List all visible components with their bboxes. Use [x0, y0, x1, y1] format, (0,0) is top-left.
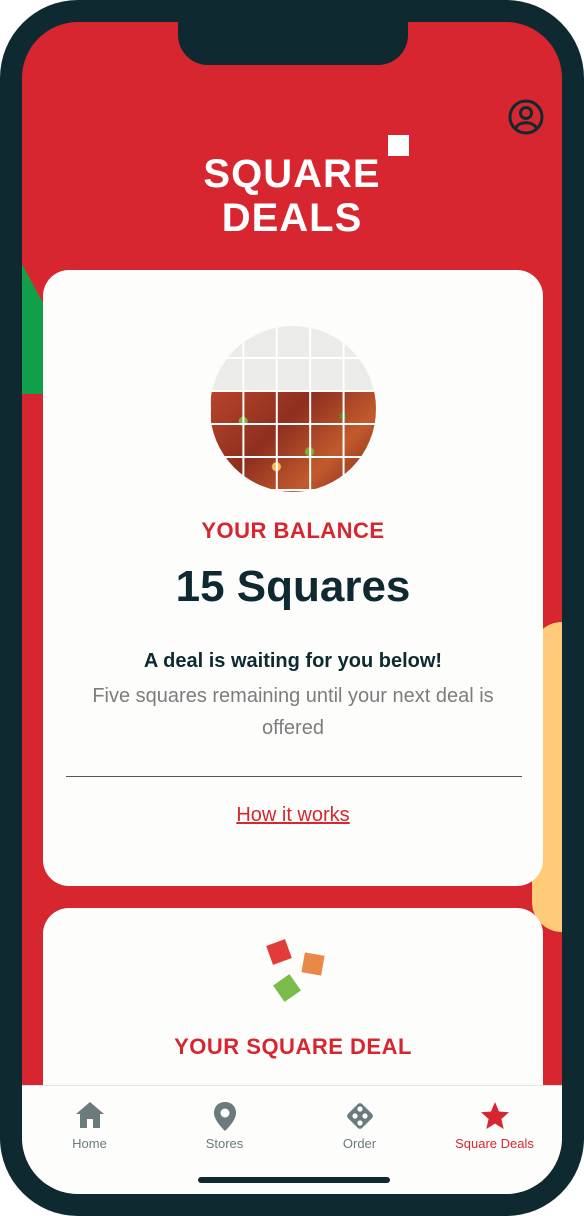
- home-icon: [76, 1102, 104, 1128]
- app-screen: SQUARE DEALS YOUR BALANCE 15 Squares A d…: [22, 22, 562, 1194]
- tab-home[interactable]: Home: [22, 1086, 157, 1166]
- pizza-progress-image: [210, 326, 376, 492]
- pizza-grid-overlay: [210, 326, 376, 492]
- bottom-tab-bar: Home Stores Order Square Deals: [22, 1085, 562, 1194]
- logo-line-2: DEALS: [221, 196, 363, 240]
- dice-icon: [347, 1103, 373, 1129]
- tab-stores-label: Stores: [205, 1136, 244, 1151]
- tab-square-deals[interactable]: Square Deals: [427, 1086, 562, 1166]
- orange-square-icon: [301, 952, 325, 976]
- balance-label: YOUR BALANCE: [201, 518, 385, 543]
- how-it-works-link[interactable]: How it works: [43, 804, 543, 827]
- tab-order[interactable]: Order: [292, 1086, 427, 1166]
- location-pin-icon: [214, 1102, 236, 1131]
- logo-line-1: SQUARE: [203, 152, 381, 196]
- squares-remaining-text: Five squares remaining until your next d…: [92, 685, 494, 739]
- deal-waiting-headline: A deal is waiting for you below!: [143, 650, 443, 672]
- tab-home-label: Home: [72, 1136, 107, 1151]
- tab-stores[interactable]: Stores: [157, 1086, 292, 1166]
- balance-card: YOUR BALANCE 15 Squares A deal is waitin…: [43, 270, 543, 886]
- balance-value: 15 Squares: [175, 562, 411, 611]
- divider: [66, 776, 522, 777]
- red-square-icon: [266, 939, 292, 965]
- square-deals-logo: SQUARE DEALS: [22, 152, 562, 240]
- user-account-icon: [508, 99, 544, 135]
- tab-square-deals-label: Square Deals: [455, 1136, 534, 1151]
- star-icon: [481, 1102, 509, 1129]
- profile-button[interactable]: [508, 99, 544, 135]
- home-indicator: [198, 1177, 390, 1183]
- logo-square-mark: [388, 135, 409, 156]
- square-deal-title: YOUR SQUARE DEAL: [174, 1034, 412, 1059]
- phone-frame: SQUARE DEALS YOUR BALANCE 15 Squares A d…: [0, 0, 584, 1216]
- tab-order-label: Order: [342, 1136, 377, 1151]
- green-square-icon: [273, 974, 301, 1002]
- device-notch: [178, 22, 408, 65]
